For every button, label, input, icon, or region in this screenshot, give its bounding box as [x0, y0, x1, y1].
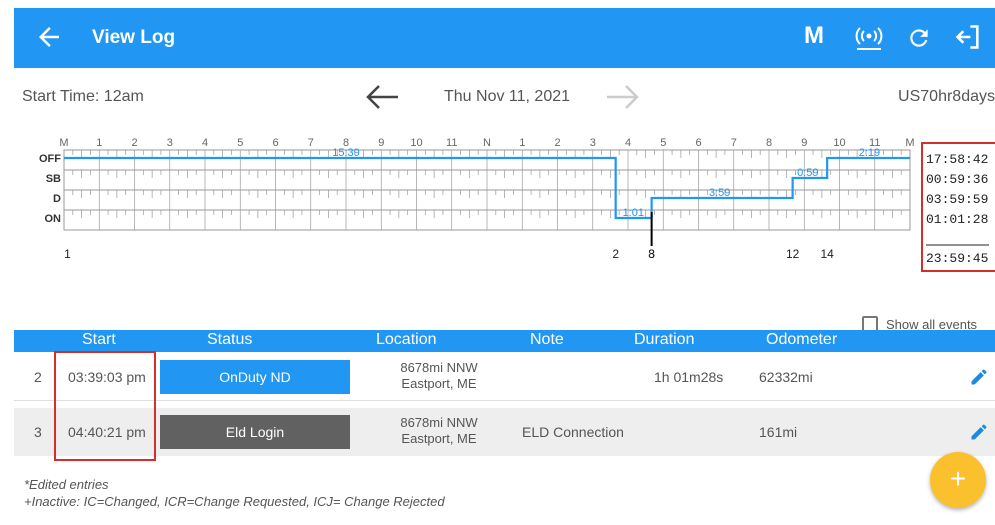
status-badge[interactable]: OnDuty ND [160, 360, 350, 394]
start-times-highlight [54, 351, 156, 461]
hour-label: 1 [519, 138, 525, 149]
edited-entries-note: *Edited entries [24, 477, 109, 492]
next-day-arrow-icon[interactable] [605, 82, 641, 112]
row-location: 8678mi NNW Eastport, ME [384, 360, 494, 392]
hour-label: 8 [766, 138, 772, 149]
header-duration: Duration [634, 331, 695, 348]
hour-label: 6 [272, 138, 278, 149]
segment-duration-label: 3:59 [709, 187, 730, 199]
refresh-icon[interactable] [906, 25, 932, 51]
hour-label: 3 [167, 138, 173, 149]
app-bar: View Log M [14, 8, 995, 68]
hour-label: 3 [590, 138, 596, 149]
hour-label: 5 [660, 138, 666, 149]
segment-duration-label: 2:19 [859, 147, 880, 159]
hour-label: N [483, 138, 491, 149]
segment-duration-label: 0:59 [797, 167, 818, 179]
table-header: Start Status Location Note Duration Odom… [14, 330, 995, 352]
header-location: Location [376, 331, 437, 348]
row-number: 2 [34, 369, 42, 385]
eld-signal-icon[interactable] [854, 24, 884, 52]
m-button[interactable]: M [804, 22, 824, 50]
segment-duration-label: 1:01 [623, 207, 644, 219]
hour-label: 9 [378, 138, 384, 149]
event-marker-number: 1 [64, 247, 71, 261]
row-label: D [53, 193, 61, 205]
table-row[interactable]: 2 03:39:03 pm OnDuty ND 8678mi NNW Eastp… [14, 353, 995, 401]
table-row[interactable]: 3 04:40:21 pm Eld Login 8678mi NNW Eastp… [14, 408, 995, 456]
start-time-label: Start Time: 12am [22, 88, 144, 105]
segment-duration-label: 15:39 [332, 147, 360, 159]
cycle-rule: US70hr8days [898, 88, 995, 105]
event-marker-number: 2 [612, 247, 619, 261]
hour-label: M [905, 138, 914, 149]
hour-label: 4 [202, 138, 208, 149]
event-marker-number: 12 [786, 247, 800, 261]
hour-label: 2 [554, 138, 560, 149]
legend-footer: *Edited entries +Inactive: IC=Changed, I… [24, 476, 445, 510]
event-marker-number: 14 [820, 247, 834, 261]
edit-pencil-icon[interactable] [969, 367, 989, 387]
totals-highlight [921, 142, 995, 272]
hour-label: 4 [625, 138, 631, 149]
row-odometer: 161mi [759, 424, 798, 440]
hour-label: 7 [731, 138, 737, 149]
hour-label: 10 [410, 138, 422, 149]
hour-label: M [59, 138, 68, 149]
date-row: Start Time: 12am Thu Nov 11, 2021 US70hr… [14, 80, 995, 114]
hour-label: 9 [801, 138, 807, 149]
row-label: ON [45, 213, 62, 225]
row-label: OFF [39, 153, 61, 165]
hour-label: 6 [695, 138, 701, 149]
hour-label: 2 [131, 138, 137, 149]
hour-label: 5 [237, 138, 243, 149]
log-graph: M 1 2 3 4 5 6 7 8 9 10 11 N 1 2 3 4 5 6 7 8 9 10 11 M OFF SB D ON 15:… [14, 138, 995, 303]
log-graph-svg: M 1 2 3 4 5 6 7 8 9 10 11 N 1 2 3 4 5 6 7 8 9 10 11 MOFFSBDON15:… [39, 138, 989, 266]
previous-day-arrow-icon[interactable] [364, 82, 400, 112]
hour-label: 1 [96, 138, 102, 149]
header-note: Note [530, 331, 564, 348]
page-title: View Log [92, 27, 176, 48]
location-distance: 8678mi NNW [400, 415, 478, 430]
row-odometer: 62332mi [759, 369, 813, 385]
edit-pencil-icon[interactable] [969, 422, 989, 442]
header-status: Status [207, 331, 253, 348]
row-duration: 1h 01m28s [654, 369, 724, 385]
inactive-codes-note: +Inactive: IC=Changed, ICR=Change Reques… [24, 494, 445, 509]
row-location: 8678mi NNW Eastport, ME [384, 415, 494, 447]
exit-icon[interactable] [954, 23, 982, 51]
add-event-button[interactable]: + [930, 452, 986, 508]
event-marker-number: 8 [648, 247, 655, 261]
row-label: SB [46, 173, 61, 185]
header-odometer: Odometer [766, 331, 838, 348]
location-place: Eastport, ME [401, 376, 477, 391]
status-badge[interactable]: Eld Login [160, 415, 350, 449]
row-note: ELD Connection [522, 424, 624, 440]
location-place: Eastport, ME [401, 431, 477, 446]
back-arrow-icon[interactable] [34, 22, 64, 52]
location-distance: 8678mi NNW [400, 360, 478, 375]
hour-label: 7 [308, 138, 314, 149]
hour-label: 10 [833, 138, 845, 149]
row-number: 3 [34, 424, 42, 440]
hour-label: 11 [446, 138, 457, 149]
log-date: Thu Nov 11, 2021 [444, 88, 571, 105]
header-start: Start [82, 331, 116, 348]
